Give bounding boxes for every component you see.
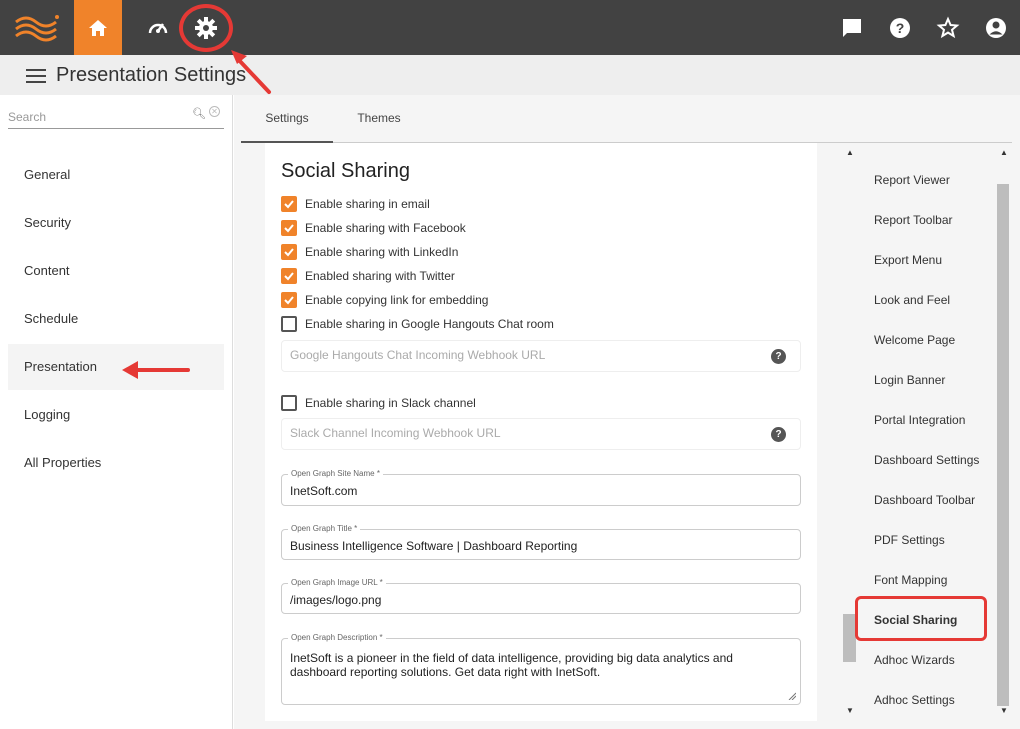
nav-link-welcome-page[interactable]: Welcome Page bbox=[874, 333, 955, 347]
sidebar-item-schedule[interactable]: Schedule bbox=[8, 296, 224, 342]
scroll-down-arrow-icon[interactable]: ▼ bbox=[1000, 706, 1008, 715]
nav-link-dashboard-settings[interactable]: Dashboard Settings bbox=[874, 453, 979, 467]
svg-text:?: ? bbox=[896, 20, 905, 36]
checkbox-linkedin[interactable]: Enable sharing with LinkedIn bbox=[281, 243, 458, 261]
sidebar-item-logging[interactable]: Logging bbox=[8, 392, 224, 438]
sidebar-item-general[interactable]: General bbox=[8, 152, 224, 198]
social-sharing-highlight-box bbox=[855, 596, 987, 641]
nav-link-report-viewer[interactable]: Report Viewer bbox=[874, 173, 950, 187]
checkbox-checked-icon[interactable] bbox=[281, 244, 297, 260]
checkbox-label: Enabled sharing with Twitter bbox=[305, 269, 455, 283]
field-label: Open Graph Site Name * bbox=[288, 469, 383, 478]
inetsoft-logo bbox=[12, 10, 60, 46]
checkbox-slack[interactable]: Enable sharing in Slack channel bbox=[281, 394, 476, 412]
slack-webhook-input[interactable] bbox=[290, 426, 760, 440]
favorites-button[interactable] bbox=[934, 14, 962, 42]
hangouts-webhook-field: ? bbox=[281, 340, 801, 372]
checkbox-label: Enable sharing in Slack channel bbox=[305, 396, 476, 410]
checkbox-checked-icon[interactable] bbox=[281, 268, 297, 284]
help-icon[interactable]: ? bbox=[771, 427, 786, 442]
checkbox-facebook[interactable]: Enable sharing with Facebook bbox=[281, 219, 466, 237]
chat-icon bbox=[843, 19, 861, 37]
checkbox-twitter[interactable]: Enabled sharing with Twitter bbox=[281, 267, 455, 285]
clear-search-icon[interactable]: ✕ bbox=[209, 106, 220, 117]
nav-link-login-banner[interactable]: Login Banner bbox=[874, 373, 945, 387]
nav-link-dashboard-toolbar[interactable]: Dashboard Toolbar bbox=[874, 493, 975, 507]
speedometer-icon bbox=[148, 23, 168, 34]
checkbox-label: Enable sharing with LinkedIn bbox=[305, 245, 459, 259]
nav-link-adhoc-settings[interactable]: Adhoc Settings bbox=[874, 693, 955, 707]
nav-link-export-menu[interactable]: Export Menu bbox=[874, 253, 942, 267]
gear-highlight-circle bbox=[179, 4, 233, 52]
search-input[interactable] bbox=[8, 107, 178, 127]
checkbox-label: Enable sharing in Google Hangouts Chat r… bbox=[305, 317, 554, 331]
field-label: Open Graph Image URL * bbox=[288, 578, 386, 587]
nav-link-pdf-settings[interactable]: PDF Settings bbox=[874, 533, 945, 547]
og-image-url-field[interactable]: Open Graph Image URL * /images/logo.png bbox=[281, 578, 801, 614]
slack-webhook-field: ? bbox=[281, 418, 801, 450]
hangouts-webhook-input[interactable] bbox=[290, 348, 760, 362]
checkbox-label: Enable copying link for embedding bbox=[305, 293, 489, 307]
checkbox-unchecked-icon[interactable] bbox=[281, 395, 297, 411]
checkbox-checked-icon[interactable] bbox=[281, 292, 297, 308]
nav-link-look-and-feel[interactable]: Look and Feel bbox=[874, 293, 950, 307]
checkbox-email[interactable]: Enable sharing in email bbox=[281, 195, 430, 213]
star-icon bbox=[936, 16, 960, 39]
section-title: Social Sharing bbox=[281, 160, 410, 182]
resize-handle-icon[interactable] bbox=[788, 692, 796, 700]
help-icon[interactable]: ? bbox=[771, 349, 786, 364]
checkbox-google-hangouts[interactable]: Enable sharing in Google Hangouts Chat r… bbox=[281, 315, 554, 333]
user-avatar-icon bbox=[986, 18, 1006, 38]
field-label: Open Graph Description * bbox=[288, 633, 386, 642]
nav-link-adhoc-wizards[interactable]: Adhoc Wizards bbox=[874, 653, 955, 667]
scroll-up-arrow-icon[interactable]: ▲ bbox=[1000, 148, 1008, 157]
field-label: Open Graph Title * bbox=[288, 524, 361, 533]
search-icon[interactable]: 🔍︎ bbox=[192, 107, 206, 120]
field-value[interactable]: InetSoft.com bbox=[290, 484, 357, 498]
monitoring-button[interactable] bbox=[144, 14, 172, 42]
checkbox-label: Enable sharing with Facebook bbox=[305, 221, 466, 235]
tab-themes[interactable]: Themes bbox=[333, 95, 425, 143]
checkbox-checked-icon[interactable] bbox=[281, 196, 297, 212]
checkbox-label: Enable sharing in email bbox=[305, 197, 430, 211]
checkbox-checked-icon[interactable] bbox=[281, 220, 297, 236]
help-button[interactable]: ? bbox=[886, 14, 914, 42]
field-textarea-value[interactable]: InetSoft is a pioneer in the field of da… bbox=[290, 651, 790, 679]
og-title-field[interactable]: Open Graph Title * Business Intelligence… bbox=[281, 524, 801, 560]
messages-button[interactable] bbox=[838, 14, 866, 42]
sidebar-search: 🔍︎ ✕ bbox=[8, 105, 224, 129]
home-icon bbox=[89, 19, 107, 36]
og-site-name-field[interactable]: Open Graph Site Name * InetSoft.com bbox=[281, 469, 801, 506]
tab-settings[interactable]: Settings bbox=[241, 95, 333, 143]
nav-link-font-mapping[interactable]: Font Mapping bbox=[874, 573, 947, 587]
field-value[interactable]: Business Intelligence Software | Dashboa… bbox=[290, 539, 577, 553]
account-button[interactable] bbox=[982, 14, 1010, 42]
scrollbar-thumb[interactable] bbox=[997, 184, 1009, 706]
menu-toggle-button[interactable] bbox=[26, 69, 46, 83]
sidebar-item-all-properties[interactable]: All Properties bbox=[8, 440, 224, 486]
page-title: Presentation Settings bbox=[56, 64, 247, 86]
tab-bar: Settings Themes bbox=[241, 95, 1012, 143]
field-value[interactable]: /images/logo.png bbox=[290, 593, 381, 607]
nav-link-portal-integration[interactable]: Portal Integration bbox=[874, 413, 965, 427]
scroll-down-arrow-icon[interactable]: ▼ bbox=[846, 706, 854, 715]
sidebar-item-content[interactable]: Content bbox=[8, 248, 224, 294]
help-circle-icon: ? bbox=[890, 18, 910, 38]
checkbox-embed-link[interactable]: Enable copying link for embedding bbox=[281, 291, 488, 309]
home-button[interactable] bbox=[74, 0, 122, 55]
nav-link-report-toolbar[interactable]: Report Toolbar bbox=[874, 213, 953, 227]
sidebar-item-security[interactable]: Security bbox=[8, 200, 224, 246]
og-description-field[interactable]: Open Graph Description * InetSoft is a p… bbox=[281, 633, 801, 705]
checkbox-unchecked-icon[interactable] bbox=[281, 316, 297, 332]
hamburger-icon bbox=[26, 69, 46, 71]
sidebar-item-presentation[interactable]: Presentation bbox=[8, 344, 224, 390]
scroll-up-arrow-icon[interactable]: ▲ bbox=[846, 148, 854, 157]
